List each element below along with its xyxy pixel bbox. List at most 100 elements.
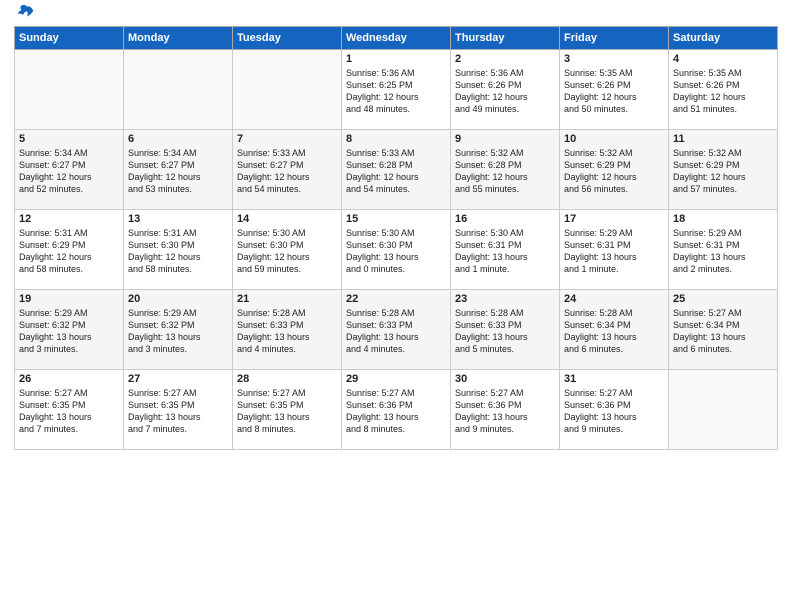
calendar-cell: 26Sunrise: 5:27 AM Sunset: 6:35 PM Dayli… [15,370,124,450]
day-number: 9 [455,133,555,145]
cell-info: Sunrise: 5:32 AM Sunset: 6:29 PM Dayligh… [673,147,773,196]
cell-info: Sunrise: 5:29 AM Sunset: 6:32 PM Dayligh… [128,307,228,356]
calendar-cell: 20 Sunrise: 5:29 AM Sunset: 6:32 PM Dayli… [124,290,233,370]
calendar-cell: 16 Sunrise: 5:30 AM Sunset: 6:31 PM Dayli… [451,210,560,290]
day-number: 22 [346,293,446,305]
day-number: 31 [564,373,664,385]
calendar-cell: 10Sunrise: 5:32 AM Sunset: 6:29 PM Dayli… [560,130,669,210]
cell-info: Sunrise: 5:32 AM Sunset: 6:28 PM Dayligh… [455,147,555,196]
cell-info: Sunrise: 5:34 AM Sunset: 6:27 PM Dayligh… [128,147,228,196]
calendar-cell: 15Sunrise: 5:30 AM Sunset: 6:30 PM Dayli… [342,210,451,290]
cell-info: Sunrise: 5:30 AM Sunset: 6:30 PM Dayligh… [237,227,337,276]
day-number: 27 [128,373,228,385]
cell-info: Sunrise: 5:28 AM Sunset: 6:33 PM Dayligh… [455,307,555,356]
day-number: 2 [455,53,555,65]
calendar-cell: 29 Sunrise: 5:27 AM Sunset: 6:36 PM Dayli… [342,370,451,450]
calendar-week-row: 19 Sunrise: 5:29 AM Sunset: 6:32 PM Dayli… [15,290,778,370]
cell-info: Sunrise: 5:36 AM Sunset: 6:25 PM Dayligh… [346,67,446,116]
calendar-cell: 9 Sunrise: 5:32 AM Sunset: 6:28 PM Daylig… [451,130,560,210]
day-number: 17 [564,213,664,225]
calendar-cell: 3 Sunrise: 5:35 AM Sunset: 6:26 PM Daylig… [560,50,669,130]
calendar-cell: 22 Sunrise: 5:28 AM Sunset: 6:33 PM Dayli… [342,290,451,370]
calendar-cell: 21 Sunrise: 5:28 AM Sunset: 6:33 PM Dayli… [233,290,342,370]
day-number: 23 [455,293,555,305]
cell-info: Sunrise: 5:28 AM Sunset: 6:33 PM Dayligh… [346,307,446,356]
weekday-header: Friday [560,27,669,50]
calendar-cell: 4 Sunrise: 5:35 AM Sunset: 6:26 PM Daylig… [669,50,778,130]
cell-info: Sunrise: 5:29 AM Sunset: 6:32 PM Dayligh… [19,307,119,356]
day-number: 21 [237,293,337,305]
cell-info: Sunrise: 5:33 AM Sunset: 6:28 PM Dayligh… [346,147,446,196]
calendar-cell [669,370,778,450]
calendar-cell [233,50,342,130]
cell-info: Sunrise: 5:30 AM Sunset: 6:31 PM Dayligh… [455,227,555,276]
calendar-cell: 23 Sunrise: 5:28 AM Sunset: 6:33 PM Dayli… [451,290,560,370]
weekday-header: Monday [124,27,233,50]
cell-info: Sunrise: 5:29 AM Sunset: 6:31 PM Dayligh… [673,227,773,276]
cell-info: Sunrise: 5:27 AM Sunset: 6:35 PM Dayligh… [128,387,228,436]
calendar-cell [124,50,233,130]
day-number: 13 [128,213,228,225]
calendar-cell: 5 Sunrise: 5:34 AM Sunset: 6:27 PM Daylig… [15,130,124,210]
cell-info: Sunrise: 5:27 AM Sunset: 6:36 PM Dayligh… [564,387,664,436]
day-number: 4 [673,53,773,65]
calendar-cell: 6 Sunrise: 5:34 AM Sunset: 6:27 PM Daylig… [124,130,233,210]
weekday-header-row: SundayMondayTuesdayWednesdayThursdayFrid… [15,27,778,50]
cell-info: Sunrise: 5:29 AM Sunset: 6:31 PM Dayligh… [564,227,664,276]
logo [14,10,36,18]
calendar-cell: 13 Sunrise: 5:31 AM Sunset: 6:30 PM Dayli… [124,210,233,290]
weekday-header: Tuesday [233,27,342,50]
calendar-cell: 12Sunrise: 5:31 AM Sunset: 6:29 PM Dayli… [15,210,124,290]
calendar-cell: 7Sunrise: 5:33 AM Sunset: 6:27 PM Daylig… [233,130,342,210]
day-number: 24 [564,293,664,305]
calendar-cell: 19 Sunrise: 5:29 AM Sunset: 6:32 PM Dayli… [15,290,124,370]
weekday-header: Saturday [669,27,778,50]
calendar-cell: 1 Sunrise: 5:36 AM Sunset: 6:25 PM Daylig… [342,50,451,130]
calendar-week-row: 26Sunrise: 5:27 AM Sunset: 6:35 PM Dayli… [15,370,778,450]
calendar-cell: 30 Sunrise: 5:27 AM Sunset: 6:36 PM Dayli… [451,370,560,450]
calendar-cell: 31 Sunrise: 5:27 AM Sunset: 6:36 PM Dayli… [560,370,669,450]
cell-info: Sunrise: 5:31 AM Sunset: 6:30 PM Dayligh… [128,227,228,276]
cell-info: Sunrise: 5:34 AM Sunset: 6:27 PM Dayligh… [19,147,119,196]
day-number: 29 [346,373,446,385]
day-number: 12 [19,213,119,225]
day-number: 11 [673,133,773,145]
day-number: 30 [455,373,555,385]
day-number: 5 [19,133,119,145]
cell-info: Sunrise: 5:27 AM Sunset: 6:36 PM Dayligh… [346,387,446,436]
logo-bird-icon [14,2,36,24]
weekday-header: Thursday [451,27,560,50]
day-number: 6 [128,133,228,145]
calendar-cell: 24Sunrise: 5:28 AM Sunset: 6:34 PM Dayli… [560,290,669,370]
main-container: SundayMondayTuesdayWednesdayThursdayFrid… [0,0,792,460]
cell-info: Sunrise: 5:28 AM Sunset: 6:33 PM Dayligh… [237,307,337,356]
day-number: 19 [19,293,119,305]
day-number: 14 [237,213,337,225]
cell-info: Sunrise: 5:32 AM Sunset: 6:29 PM Dayligh… [564,147,664,196]
day-number: 8 [346,133,446,145]
calendar-cell: 11 Sunrise: 5:32 AM Sunset: 6:29 PM Dayli… [669,130,778,210]
cell-info: Sunrise: 5:27 AM Sunset: 6:36 PM Dayligh… [455,387,555,436]
day-number: 1 [346,53,446,65]
day-number: 16 [455,213,555,225]
calendar-cell: 8 Sunrise: 5:33 AM Sunset: 6:28 PM Daylig… [342,130,451,210]
cell-info: Sunrise: 5:27 AM Sunset: 6:35 PM Dayligh… [19,387,119,436]
calendar-week-row: 12Sunrise: 5:31 AM Sunset: 6:29 PM Dayli… [15,210,778,290]
day-number: 25 [673,293,773,305]
calendar-cell: 28Sunrise: 5:27 AM Sunset: 6:35 PM Dayli… [233,370,342,450]
cell-info: Sunrise: 5:30 AM Sunset: 6:30 PM Dayligh… [346,227,446,276]
weekday-header: Sunday [15,27,124,50]
cell-info: Sunrise: 5:36 AM Sunset: 6:26 PM Dayligh… [455,67,555,116]
cell-info: Sunrise: 5:35 AM Sunset: 6:26 PM Dayligh… [673,67,773,116]
calendar-week-row: 1 Sunrise: 5:36 AM Sunset: 6:25 PM Daylig… [15,50,778,130]
calendar-cell: 14 Sunrise: 5:30 AM Sunset: 6:30 PM Dayli… [233,210,342,290]
calendar-cell: 25Sunrise: 5:27 AM Sunset: 6:34 PM Dayli… [669,290,778,370]
calendar-cell: 2 Sunrise: 5:36 AM Sunset: 6:26 PM Daylig… [451,50,560,130]
weekday-header: Wednesday [342,27,451,50]
day-number: 3 [564,53,664,65]
day-number: 20 [128,293,228,305]
calendar-cell: 18Sunrise: 5:29 AM Sunset: 6:31 PM Dayli… [669,210,778,290]
cell-info: Sunrise: 5:35 AM Sunset: 6:26 PM Dayligh… [564,67,664,116]
calendar-week-row: 5 Sunrise: 5:34 AM Sunset: 6:27 PM Daylig… [15,130,778,210]
calendar-cell [15,50,124,130]
